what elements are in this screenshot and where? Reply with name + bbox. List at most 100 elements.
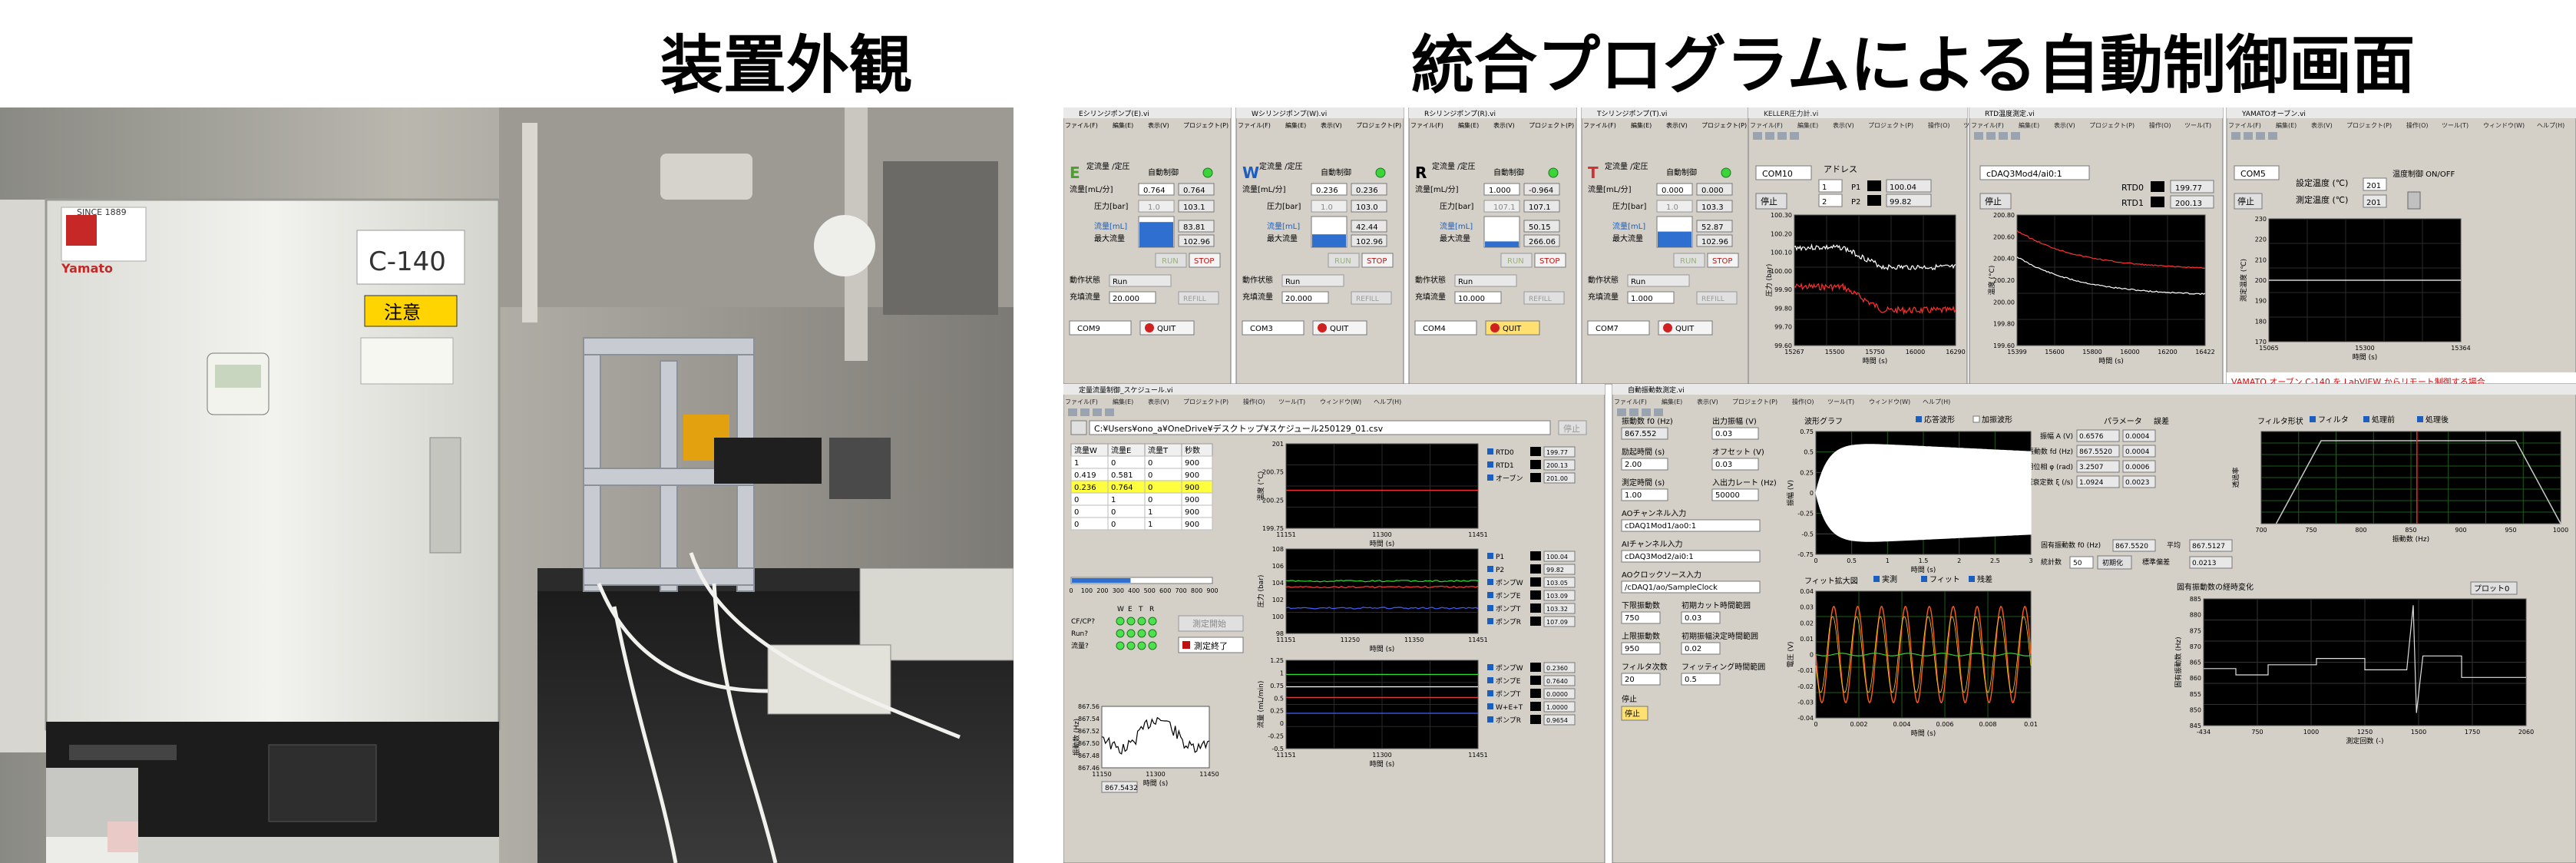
- menu-item[interactable]: 編集(E): [1113, 121, 1133, 129]
- menu-item[interactable]: 表示(V): [1833, 121, 1854, 129]
- menu-item[interactable]: プロジェクト(P): [1356, 122, 1401, 129]
- menu-item[interactable]: 表示(V): [1148, 398, 1169, 405]
- menu-item[interactable]: 表示(V): [1321, 121, 1342, 129]
- menu-item[interactable]: 操作(O): [1243, 398, 1265, 405]
- menu-item[interactable]: 編集(E): [1662, 398, 1682, 405]
- menu-item[interactable]: 表示(V): [2054, 121, 2075, 129]
- sched-temp-legend-check[interactable]: [1487, 448, 1493, 455]
- menu-item[interactable]: 表示(V): [2311, 121, 2333, 129]
- menu-item[interactable]: ファイル(F): [1971, 122, 2004, 129]
- menu-item[interactable]: ファイル(F): [1238, 122, 1271, 129]
- toolbar-icon[interactable]: [2231, 132, 2240, 140]
- sched-press-legend-check[interactable]: [1487, 592, 1493, 598]
- menu-item[interactable]: プロジェクト(P): [1183, 398, 1228, 405]
- toolbar-icon[interactable]: [1654, 408, 1663, 416]
- sched-press-legend-check[interactable]: [1487, 566, 1493, 572]
- menu-item[interactable]: プロジェクト(P): [1868, 122, 1913, 129]
- menu-item[interactable]: 表示(V): [1666, 121, 1688, 129]
- fit-y-tick: -0.03: [1797, 699, 1814, 706]
- oven-control-toggle[interactable]: [2407, 191, 2421, 210]
- sched-flow-legend-check[interactable]: [1487, 703, 1493, 709]
- toolbar-icon[interactable]: [2011, 132, 2020, 140]
- menu-item[interactable]: プロジェクト(P): [1701, 122, 1747, 129]
- menu-item[interactable]: ファイル(F): [1614, 398, 1647, 405]
- menu-item[interactable]: プロジェクト(P): [1183, 122, 1228, 129]
- menu-item[interactable]: ファイル(F): [1583, 122, 1616, 129]
- menu-item[interactable]: ファイル(F): [1750, 122, 1783, 129]
- sched-press-legend-check[interactable]: [1487, 579, 1493, 585]
- pump-flow-label: 流量[mL/分]: [1070, 184, 1113, 194]
- menu-item[interactable]: ツール(T): [2184, 122, 2211, 129]
- toolbar-icon[interactable]: [1986, 132, 1996, 140]
- toolbar-icon[interactable]: [2268, 132, 2277, 140]
- wave-opt2-check[interactable]: [1973, 415, 1980, 423]
- menu-item[interactable]: 編集(E): [1285, 121, 1306, 129]
- menu-item[interactable]: ウィンドウ(W): [2483, 122, 2525, 129]
- menu-item[interactable]: ツール(T): [1278, 398, 1305, 405]
- sched-flow-legend-check[interactable]: [1487, 690, 1493, 696]
- menu-item[interactable]: ヘルプ(H): [1923, 398, 1950, 405]
- toolbar-icon[interactable]: [1105, 408, 1114, 416]
- menu-item[interactable]: ツール(T): [1827, 398, 1854, 405]
- filter-opt-check[interactable]: [2417, 416, 2423, 422]
- fit-opt-check[interactable]: [1921, 576, 1927, 582]
- menu-item[interactable]: ウィンドウ(W): [1869, 398, 1910, 405]
- sched-temp-legend-check[interactable]: [1487, 474, 1493, 481]
- sched-press-y-tick: 102: [1272, 597, 1284, 603]
- toolbar-icon[interactable]: [1093, 408, 1102, 416]
- filter-opt-check[interactable]: [2310, 416, 2316, 422]
- menu-item[interactable]: 編集(E): [2019, 121, 2039, 129]
- menu-item[interactable]: ヘルプ(H): [2537, 122, 2564, 129]
- menu-item[interactable]: 編集(E): [2276, 121, 2297, 129]
- menu-item[interactable]: プロジェクト(P): [2089, 122, 2135, 129]
- density-stop-caption: 停止: [1622, 694, 1637, 704]
- toolbar-icon[interactable]: [1642, 408, 1651, 416]
- toolbar-icon[interactable]: [2256, 132, 2265, 140]
- menu-item[interactable]: ヘルプ(H): [1374, 398, 1401, 405]
- schedule-folder-button[interactable]: [1070, 420, 1087, 435]
- sched-temp-legend-check[interactable]: [1487, 461, 1493, 468]
- menu-item[interactable]: 操作(O): [2406, 121, 2429, 129]
- sched-press-legend-check[interactable]: [1487, 605, 1493, 611]
- menu-item[interactable]: 編集(E): [1458, 121, 1479, 129]
- menu-item[interactable]: 操作(O): [2149, 121, 2171, 129]
- menu-item[interactable]: 編集(E): [1797, 121, 1818, 129]
- menu-item[interactable]: ファイル(F): [1410, 122, 1443, 129]
- toolbar-icon[interactable]: [1974, 132, 1983, 140]
- wave-opt1-check[interactable]: [1916, 416, 1922, 422]
- sched-press-legend-check[interactable]: [1487, 618, 1493, 624]
- menu-item[interactable]: 表示(V): [1493, 121, 1515, 129]
- menu-item[interactable]: 編集(E): [1631, 121, 1652, 129]
- menu-item[interactable]: 操作(O): [1792, 398, 1814, 405]
- toolbar-icon[interactable]: [1068, 408, 1077, 416]
- toolbar-icon[interactable]: [1777, 132, 1787, 140]
- fit-opt-check[interactable]: [1873, 576, 1880, 582]
- toolbar-icon[interactable]: [1080, 408, 1090, 416]
- menu-item[interactable]: プロジェクト(P): [2346, 122, 2392, 129]
- sched-press-legend-check[interactable]: [1487, 553, 1493, 559]
- toolbar-icon[interactable]: [1753, 132, 1762, 140]
- fit-opt-check[interactable]: [1969, 576, 1975, 582]
- toolbar-icon[interactable]: [1617, 408, 1626, 416]
- menu-item[interactable]: ファイル(F): [1065, 122, 1098, 129]
- toolbar-icon[interactable]: [2244, 132, 2253, 140]
- sched-flow-legend-check[interactable]: [1487, 677, 1493, 683]
- menu-item[interactable]: ファイル(F): [2228, 122, 2261, 129]
- toolbar-icon[interactable]: [1765, 132, 1774, 140]
- menu-item[interactable]: ツール(T): [2442, 122, 2469, 129]
- pressure-y-tick: 100.10: [1771, 250, 1792, 256]
- menu-item[interactable]: ウィンドウ(W): [1320, 398, 1361, 405]
- toolbar-icon[interactable]: [1629, 408, 1639, 416]
- sched-flow-legend-check[interactable]: [1487, 716, 1493, 722]
- menu-item[interactable]: 表示(V): [1148, 121, 1169, 129]
- menu-item[interactable]: プロジェクト(P): [1732, 398, 1777, 405]
- toolbar-icon[interactable]: [1999, 132, 2008, 140]
- toolbar-icon[interactable]: [1790, 132, 1799, 140]
- menu-item[interactable]: 表示(V): [1697, 398, 1718, 405]
- filter-opt-check[interactable]: [2363, 416, 2369, 422]
- menu-item[interactable]: 編集(E): [1113, 398, 1133, 405]
- menu-item[interactable]: ファイル(F): [1065, 398, 1098, 405]
- menu-item[interactable]: プロジェクト(P): [1529, 122, 1574, 129]
- menu-item[interactable]: 操作(O): [1928, 121, 1950, 129]
- sched-flow-legend-check[interactable]: [1487, 664, 1493, 670]
